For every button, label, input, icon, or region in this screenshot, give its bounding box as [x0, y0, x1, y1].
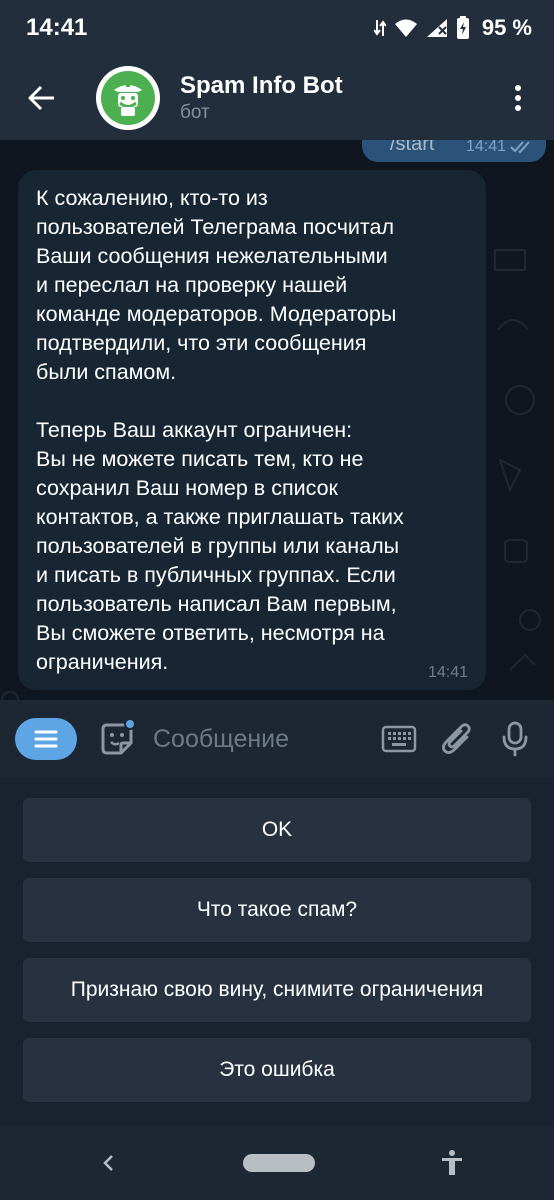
voice-button[interactable]	[490, 714, 540, 764]
message-input[interactable]: Сообщение	[153, 725, 374, 754]
outgoing-message[interactable]: /start 14:41	[362, 140, 546, 162]
message-composer: Сообщение	[0, 700, 554, 778]
outgoing-message-time: 14:41	[465, 140, 506, 155]
keyboard-button-admit-guilt[interactable]: Признаю свою вину, снимите ограничения	[23, 958, 531, 1022]
keyboard-toggle-button[interactable]	[374, 714, 424, 764]
accessibility-icon	[442, 1150, 462, 1175]
battery-icon	[456, 16, 469, 39]
nav-back-button[interactable]	[96, 1148, 120, 1178]
bot-keyboard: OK Что такое спам? Признаю свою вину, сн…	[0, 778, 554, 1126]
keyboard-icon	[381, 725, 417, 753]
outgoing-message-text: /start	[390, 140, 435, 155]
incoming-message[interactable]: К сожалению, кто-то из пользователей Тел…	[18, 170, 486, 690]
double-check-icon	[510, 141, 530, 154]
battery-percent: 95 %	[481, 15, 532, 40]
message-paragraph: Теперь Ваш аккаунт ограничен: Вы не може…	[36, 418, 404, 674]
keyboard-button-mistake[interactable]: Это ошибка	[23, 1038, 531, 1102]
data-transfer-icon	[373, 20, 386, 36]
back-button[interactable]	[14, 70, 70, 126]
status-time: 14:41	[26, 14, 88, 41]
menu-icon	[34, 730, 58, 748]
incoming-message-time: 14:41	[427, 664, 468, 681]
signal-icon	[426, 19, 447, 37]
more-vert-icon	[515, 85, 521, 111]
chat-title: Spam Info Bot	[180, 72, 343, 99]
home-pill[interactable]	[243, 1154, 315, 1172]
system-nav-bar	[0, 1126, 554, 1200]
nav-back-icon	[103, 1155, 113, 1171]
bot-avatar-icon	[101, 71, 155, 125]
sticker-button[interactable]	[95, 717, 139, 761]
keyboard-button-ok[interactable]: OK	[23, 798, 531, 862]
chat-header: Spam Info Bot бот	[0, 56, 554, 140]
chat-title-block[interactable]: Spam Info Bot бот	[180, 71, 496, 125]
chat-subtitle: бот	[180, 102, 210, 123]
chat-area[interactable]: /start 14:41 К сожалению, кто-то из поль…	[0, 140, 554, 700]
mic-icon	[502, 721, 528, 757]
bot-menu-button[interactable]	[15, 718, 77, 760]
notification-dot	[124, 718, 136, 730]
keyboard-button-what-is-spam[interactable]: Что такое спам?	[23, 878, 531, 942]
accessibility-button[interactable]	[438, 1148, 466, 1178]
wifi-icon	[394, 19, 417, 37]
back-arrow-icon	[28, 85, 54, 111]
attach-icon	[442, 723, 471, 754]
outgoing-message-meta: 14:41	[466, 140, 532, 156]
status-icons: 95 %	[373, 15, 532, 41]
attach-button[interactable]	[432, 714, 482, 764]
more-button[interactable]	[496, 70, 540, 126]
avatar[interactable]	[96, 66, 160, 130]
message-paragraph: К сожалению, кто-то из пользователей Тел…	[36, 186, 397, 384]
status-bar: 14:41 95 %	[0, 0, 554, 56]
